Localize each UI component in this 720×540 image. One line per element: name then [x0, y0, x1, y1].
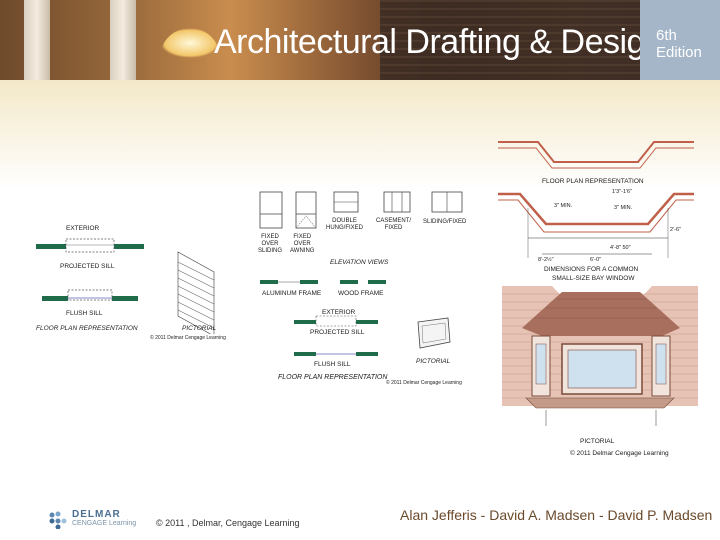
plan-flush: [42, 289, 138, 301]
aluminum-frame-label: ALUMINUM FRAME: [262, 290, 322, 297]
window-label-double-hung: DOUBLE HUNG/FIXED: [326, 218, 364, 231]
window-casement: [383, 191, 411, 213]
bay-window-drawing: [498, 141, 698, 426]
window-label-fixed-awning: FIXED OVER AWNING: [290, 234, 315, 254]
dim-label-f: 8'-2½": [538, 257, 554, 263]
window-label-fixed-sliding: FIXED OVER SLIDING: [258, 234, 283, 254]
edition-label: Edition: [656, 44, 702, 61]
window-double-hung: [333, 191, 359, 213]
left-window-drawing: [36, 238, 215, 334]
footer-authors: Alan Jefferis - David A. Madsen - David …: [400, 507, 713, 523]
bay-pictorial: [502, 286, 698, 426]
pictorial-mid: [417, 317, 451, 349]
projected-sill-mid-label: PROJECTED SILL: [310, 329, 365, 336]
logo-subtitle: CENGAGE Learning: [72, 520, 137, 527]
bay-plan-dims: [498, 192, 694, 258]
edition-number: 6th: [656, 27, 677, 44]
window-label-casement: CASEMENT/ FIXED: [376, 218, 412, 231]
porch-column: [24, 0, 50, 80]
edition-badge: 6th Edition: [640, 0, 720, 80]
book-title: Architectural Drafting & Design: [214, 23, 664, 61]
projected-sill-label: PROJECTED SILL: [60, 263, 115, 270]
elevation-views-label: ELEVATION VIEWS: [330, 259, 389, 266]
pictorial-mid-label: PICTORIAL: [416, 358, 451, 365]
caption-line2: SMALL-SIZE BAY WINDOW: [552, 275, 635, 282]
pictorial-right-label: PICTORIAL: [580, 438, 615, 445]
pictorial-label: PICTORIAL: [182, 325, 217, 332]
louver-pictorial: [177, 251, 215, 334]
delmar-logo-icon: [49, 511, 67, 529]
dim-label-c: 3" MIN.: [614, 205, 633, 211]
frame-sections: [260, 280, 386, 284]
exterior-mid-label: EXTERIOR: [322, 309, 356, 316]
porch-lamp: [160, 28, 220, 58]
wood-frame-label: WOOD FRAME: [338, 290, 384, 297]
plan-flush-mid: [294, 352, 378, 356]
window-sliding: [431, 191, 463, 213]
floor-plan-label: FLOOR PLAN REPRESENTATION: [36, 325, 138, 332]
dim-label-g: 6'-0": [590, 257, 601, 263]
bay-plan-top: [498, 141, 694, 169]
window-label-sliding: SLIDING/FIXED: [423, 219, 467, 225]
floor-plan-right-label: FLOOR PLAN REPRESENTATION: [542, 178, 644, 185]
window-fixed-over-awning: [295, 191, 317, 229]
plan-projected: [36, 238, 144, 253]
dim-label-e: 4'-8" 50": [610, 245, 631, 251]
dim-label-d: 2'-6": [670, 227, 681, 233]
copyright-mid-label: © 2011 Delmar Cengage Learning: [386, 380, 462, 386]
porch-column: [110, 0, 136, 80]
dim-label-b: 3" MIN.: [554, 203, 573, 209]
footer-copyright: © 2011 , Delmar, Cengage Learning: [156, 518, 300, 528]
copyright-right-label: © 2011 Delmar Cengage Learning: [570, 450, 669, 457]
copyright-label: © 2011 Delmar Cengage Learning: [150, 335, 226, 341]
caption-line1: DIMENSIONS FOR A COMMON: [544, 266, 639, 273]
logo-wordmark: DELMAR: [72, 509, 121, 520]
window-fixed-over-sliding: [259, 191, 283, 229]
plan-projected-mid: [294, 315, 378, 327]
header-banner: Architectural Drafting & Design: [0, 0, 720, 80]
flush-sill-label: FLUSH SILL: [66, 310, 103, 317]
exterior-label: EXTERIOR: [66, 225, 100, 232]
flush-sill-mid-label: FLUSH SILL: [314, 361, 351, 368]
floor-plan-mid-label: FLOOR PLAN REPRESENTATION: [278, 374, 388, 381]
dim-label-a: 1'3"-1'6": [612, 189, 633, 195]
